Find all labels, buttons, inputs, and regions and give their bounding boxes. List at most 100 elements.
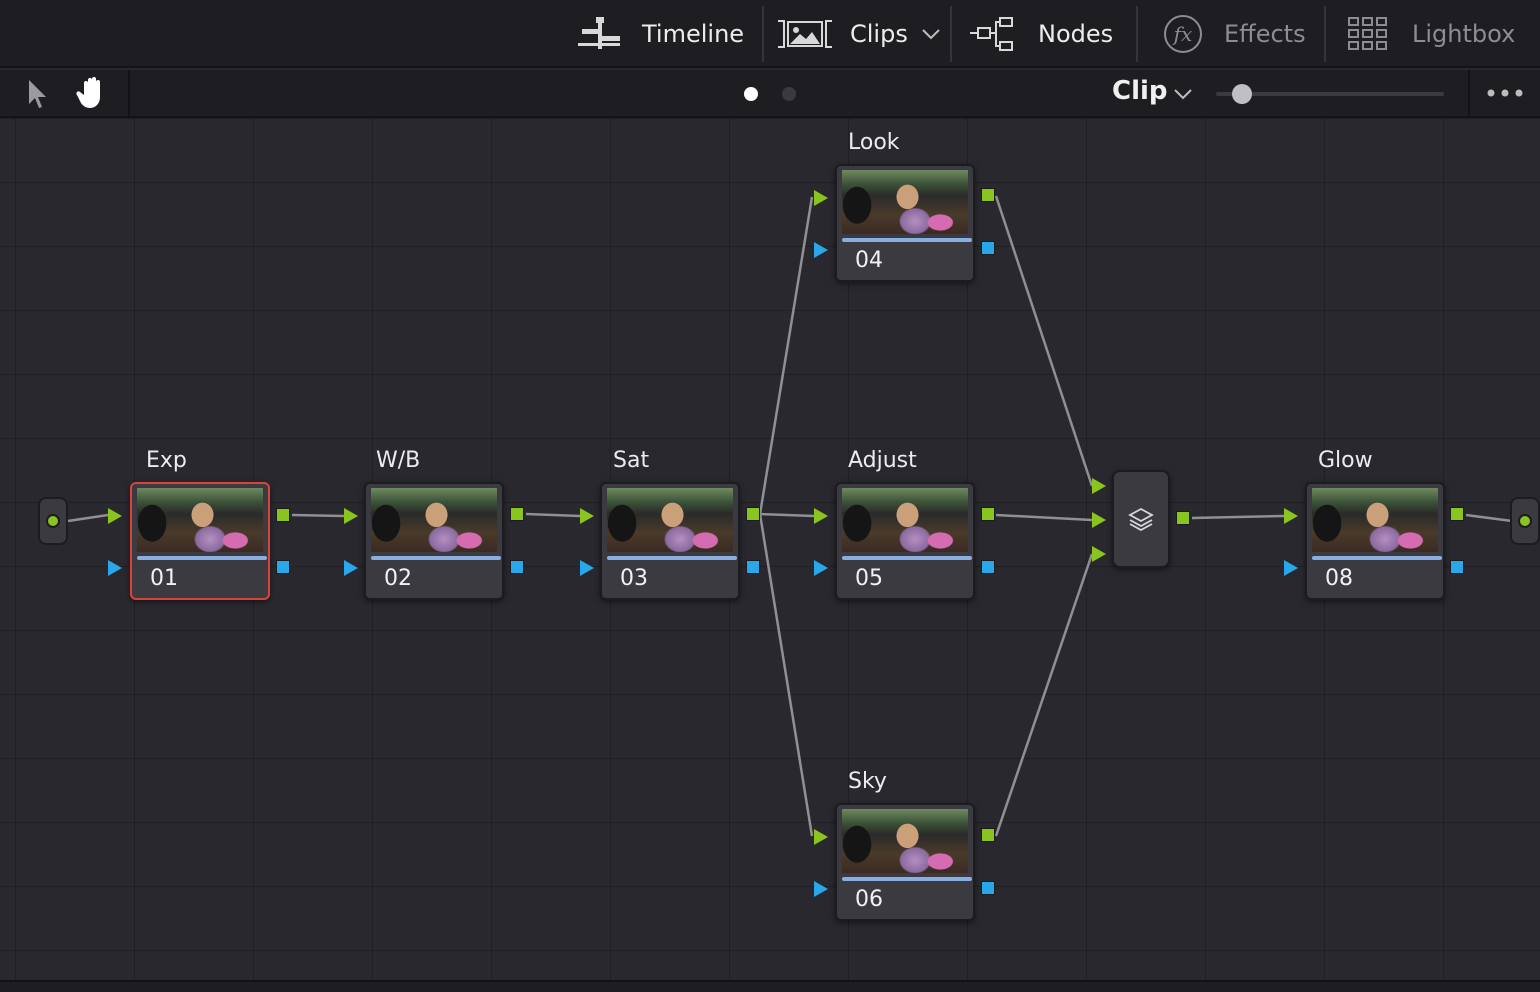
key-input-port[interactable]	[814, 242, 828, 258]
key-input-port[interactable]	[814, 881, 828, 897]
node-editor-toolbar: Clip	[0, 70, 1540, 118]
key-output-port[interactable]	[981, 881, 995, 895]
node-thumbnail	[842, 809, 968, 873]
node-05[interactable]: 05	[835, 482, 975, 600]
connection-line	[994, 553, 1094, 837]
rgb-input-port[interactable]	[814, 829, 828, 845]
key-input-port[interactable]	[580, 560, 594, 576]
node-number: 01	[150, 566, 178, 591]
node-03[interactable]: 03	[600, 482, 740, 600]
node-number: 04	[855, 248, 883, 273]
node-number: 02	[384, 566, 412, 591]
layer-output-port[interactable]	[1176, 511, 1190, 525]
layer-input-port[interactable]	[1092, 546, 1106, 562]
svg-text:fx: fx	[1172, 22, 1193, 46]
node-title: Exp	[146, 448, 187, 473]
lightbox-label: Lightbox	[1412, 20, 1516, 48]
timeline-label: Timeline	[642, 20, 745, 48]
node-thumbnail	[842, 488, 968, 552]
key-output-port[interactable]	[510, 560, 524, 574]
node-title: Sky	[848, 769, 887, 794]
rgb-output-port[interactable]	[510, 507, 524, 521]
node-status-bar	[842, 556, 972, 560]
timeline-icon	[578, 17, 620, 49]
clips-label: Clips	[850, 20, 908, 48]
key-output-port[interactable]	[981, 241, 995, 255]
hand-tool-icon[interactable]	[76, 75, 110, 111]
pointer-tool-icon[interactable]	[26, 78, 50, 110]
zoom-slider-thumb[interactable]	[1232, 84, 1252, 104]
page-indicator[interactable]	[782, 87, 796, 101]
clips-button[interactable]: Clips	[776, 0, 942, 68]
layers-icon	[1128, 507, 1154, 532]
rgb-input-port[interactable]	[344, 508, 358, 524]
rgb-output-port[interactable]	[276, 508, 290, 522]
rgb-output-port[interactable]	[1450, 507, 1464, 521]
node-08[interactable]: 08	[1305, 482, 1445, 600]
connection-line	[995, 513, 1093, 522]
key-input-port[interactable]	[814, 560, 828, 576]
layer-input-port[interactable]	[1092, 512, 1106, 528]
node-02[interactable]: 02	[364, 482, 504, 600]
connection-line	[759, 512, 815, 518]
chevron-down-icon[interactable]	[1172, 87, 1194, 101]
clips-icon	[778, 20, 832, 48]
rgb-output-port[interactable]	[981, 188, 995, 202]
chevron-down-icon	[922, 29, 940, 40]
connection-line	[1191, 514, 1285, 520]
node-status-bar	[607, 556, 737, 560]
page-toolbar: Timeline Clips Nodes fx Effects Lightbox	[0, 0, 1540, 68]
node-thumbnail	[137, 488, 263, 552]
effects-label: Effects	[1224, 20, 1306, 48]
output-input-port[interactable]	[1518, 514, 1532, 528]
rgb-input-port[interactable]	[108, 508, 122, 524]
key-output-port[interactable]	[276, 560, 290, 574]
rgb-output-port[interactable]	[981, 507, 995, 521]
node-thumbnail	[842, 170, 968, 234]
node-status-bar	[842, 238, 972, 242]
mode-selector-label[interactable]: Clip	[1112, 76, 1168, 106]
node-01[interactable]: 01	[130, 482, 270, 600]
nodes-button[interactable]: Nodes	[970, 0, 1113, 68]
key-output-port[interactable]	[981, 560, 995, 574]
layer-mixer-node[interactable]	[1112, 470, 1170, 568]
toolbar-divider	[1136, 6, 1138, 62]
more-options-icon[interactable]	[1486, 88, 1526, 98]
node-thumbnail	[1312, 488, 1438, 552]
layer-input-port[interactable]	[1092, 478, 1106, 494]
rgb-input-port[interactable]	[814, 508, 828, 524]
rgb-output-port[interactable]	[981, 828, 995, 842]
key-input-port[interactable]	[344, 560, 358, 576]
lightbox-icon	[1348, 17, 1387, 50]
source-output-port[interactable]	[46, 514, 60, 528]
key-output-port[interactable]	[1450, 560, 1464, 574]
connection-line	[291, 513, 345, 518]
node-06[interactable]: 06	[835, 803, 975, 921]
lightbox-button[interactable]: Lightbox	[1348, 0, 1515, 68]
connection-line	[758, 513, 814, 837]
source-input[interactable]	[38, 497, 68, 545]
connection-line	[994, 195, 1094, 487]
toolbar-divider	[1324, 6, 1326, 62]
node-number: 05	[855, 566, 883, 591]
timeline-button[interactable]: Timeline	[578, 0, 744, 68]
page-indicator-active[interactable]	[744, 87, 758, 101]
effects-button[interactable]: fx Effects	[1162, 0, 1306, 68]
node-status-bar	[137, 556, 267, 560]
rgb-input-port[interactable]	[1284, 508, 1298, 524]
connection-line	[1465, 513, 1513, 523]
node-04[interactable]: 04	[835, 164, 975, 282]
key-input-port[interactable]	[108, 560, 122, 576]
rgb-input-port[interactable]	[580, 508, 594, 524]
connection-line	[525, 512, 581, 518]
toolbar-divider	[128, 70, 130, 118]
node-number: 08	[1325, 566, 1353, 591]
rgb-input-port[interactable]	[814, 190, 828, 206]
node-title: Look	[848, 130, 900, 155]
fx-icon: fx	[1164, 15, 1202, 53]
rgb-output-port[interactable]	[746, 507, 760, 521]
nodes-label: Nodes	[1038, 20, 1114, 48]
key-output-port[interactable]	[746, 560, 760, 574]
output-endpoint[interactable]	[1510, 497, 1540, 545]
key-input-port[interactable]	[1284, 560, 1298, 576]
